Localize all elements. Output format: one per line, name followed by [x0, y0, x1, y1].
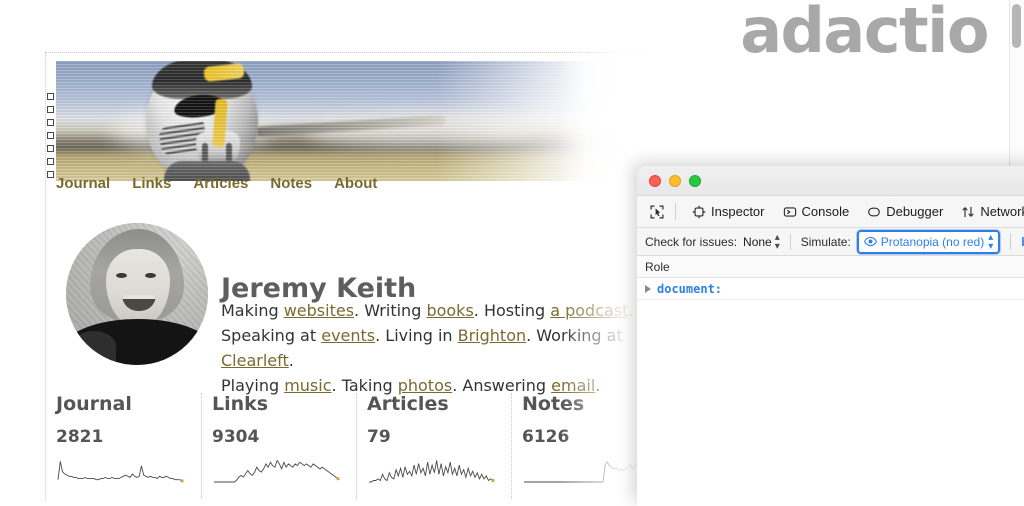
stats-row: Journal2821Links9304Articles79Notes6126 — [46, 393, 656, 500]
avatar — [66, 223, 208, 365]
simulate-value: Protanopia (no red) — [881, 235, 984, 249]
bio-link-books[interactable]: books — [426, 301, 473, 320]
stat-label: Articles — [367, 393, 511, 415]
stat-label: Journal — [56, 393, 201, 415]
banner-image — [56, 61, 646, 181]
devtools-titlebar[interactable] — [637, 166, 1024, 196]
check-for-issues-label: Check for issues: — [645, 235, 737, 249]
bio-link-websites[interactable]: websites — [284, 301, 354, 320]
banner-marker — [47, 106, 54, 113]
stat-count: 9304 — [212, 427, 356, 447]
avatar-shoulder — [72, 331, 116, 361]
bio-text: . — [289, 351, 294, 370]
bio-link-events[interactable]: events — [321, 326, 375, 345]
banner-marker — [47, 158, 54, 165]
check-for-issues-value: None — [743, 235, 772, 249]
site-navigation: Journal Links Articles Notes About — [56, 175, 377, 192]
eye-icon — [864, 235, 877, 248]
nav-item-links[interactable]: Links — [132, 175, 171, 192]
zoom-button[interactable] — [689, 175, 701, 187]
tab-console[interactable]: Console — [774, 200, 859, 224]
close-button[interactable] — [649, 175, 661, 187]
minimize-button[interactable] — [669, 175, 681, 187]
bio-text: . Living in — [375, 326, 458, 345]
stat-count: 2821 — [56, 427, 201, 447]
network-icon — [961, 205, 975, 219]
element-picker-icon[interactable] — [645, 201, 668, 223]
site-logo[interactable]: adactio — [740, 0, 988, 63]
avatar-eye-right — [145, 273, 156, 278]
console-icon — [783, 205, 797, 219]
toolbar-divider — [675, 203, 676, 220]
stat-label: Links — [212, 393, 356, 415]
subbar-divider — [790, 234, 791, 250]
banner-marker — [47, 171, 54, 178]
banner-marker — [47, 119, 54, 126]
debugger-icon — [867, 205, 881, 219]
stat-journal: Journal 2821 — [46, 393, 201, 500]
sparkline-notes — [522, 455, 650, 485]
chevron-right-icon[interactable] — [645, 285, 651, 293]
tab-inspector[interactable]: Inspector — [683, 200, 773, 224]
stat-links: Links 9304 — [201, 393, 356, 500]
nav-item-journal[interactable]: Journal — [56, 175, 110, 192]
banner-marker-column — [47, 93, 54, 178]
column-role: Role — [645, 260, 670, 274]
banner-right-fade — [436, 61, 646, 181]
banner-marker — [47, 93, 54, 100]
stat-count: 79 — [367, 427, 511, 447]
bio-text: . Working at — [526, 326, 623, 345]
bio-text: . — [628, 301, 633, 320]
sparkline-articles — [367, 455, 495, 485]
bio-link-a-podcast[interactable]: a podcast — [550, 301, 628, 320]
stepper-icon: ▴▾ — [988, 233, 993, 251]
banner-marker — [47, 132, 54, 139]
bio-line: Making websites. Writing books. Hosting … — [221, 298, 651, 323]
bio-line: Speaking at events. Living in Brighton. … — [221, 323, 651, 373]
stepper-icon: ▴▾ — [775, 233, 780, 251]
stat-articles: Articles 79 — [356, 393, 511, 500]
nav-item-notes[interactable]: Notes — [270, 175, 312, 192]
bio-text: . Writing — [354, 301, 426, 320]
tab-label: Network — [980, 204, 1024, 219]
nav-item-about[interactable]: About — [334, 175, 377, 192]
bio-link-Clearleft[interactable]: Clearleft — [221, 351, 289, 370]
accessibility-tree-body — [637, 300, 1024, 506]
tab-label: Debugger — [886, 204, 943, 219]
sparkline-journal — [56, 455, 184, 485]
accessibility-tree-column-header: Role — [637, 256, 1024, 278]
tab-network[interactable]: Network — [952, 200, 1024, 224]
check-for-issues-select[interactable]: None ▴▾ — [743, 233, 780, 251]
sparkline-links — [212, 455, 340, 485]
tree-node-label: document: — [657, 282, 722, 296]
scrollbar-thumb[interactable] — [1012, 4, 1021, 48]
table-row[interactable]: document: — [637, 278, 1024, 300]
inspector-icon — [692, 205, 706, 219]
content-container: JournalLinksArticlesNotesAbout Jeremy Ke… — [45, 52, 655, 500]
devtools-tabbar: Inspector Console Debugger Network — [637, 196, 1024, 228]
subbar-divider-2 — [1010, 234, 1011, 250]
avatar-eye-left — [116, 273, 127, 278]
devtools-accessibility-subbar: Check for issues: None ▴▾ Simulate: Prot… — [637, 228, 1024, 256]
banner-marker — [47, 145, 54, 152]
bio-text: . Hosting — [474, 301, 550, 320]
profile-bio: Making websites. Writing books. Hosting … — [221, 298, 651, 398]
bio-text: Speaking at — [221, 326, 321, 345]
tab-label: Console — [802, 204, 850, 219]
simulate-select[interactable]: Protanopia (no red) ▴▾ — [857, 230, 1000, 254]
devtools-window: Inspector Console Debugger Network Check fo… — [637, 166, 1024, 506]
tab-label: Inspector — [711, 204, 764, 219]
bio-text: Making — [221, 301, 284, 320]
bio-link-Brighton[interactable]: Brighton — [458, 326, 527, 345]
nav-item-articles[interactable]: Articles — [193, 175, 248, 192]
simulate-label: Simulate: — [801, 235, 851, 249]
tab-debugger[interactable]: Debugger — [858, 200, 952, 224]
